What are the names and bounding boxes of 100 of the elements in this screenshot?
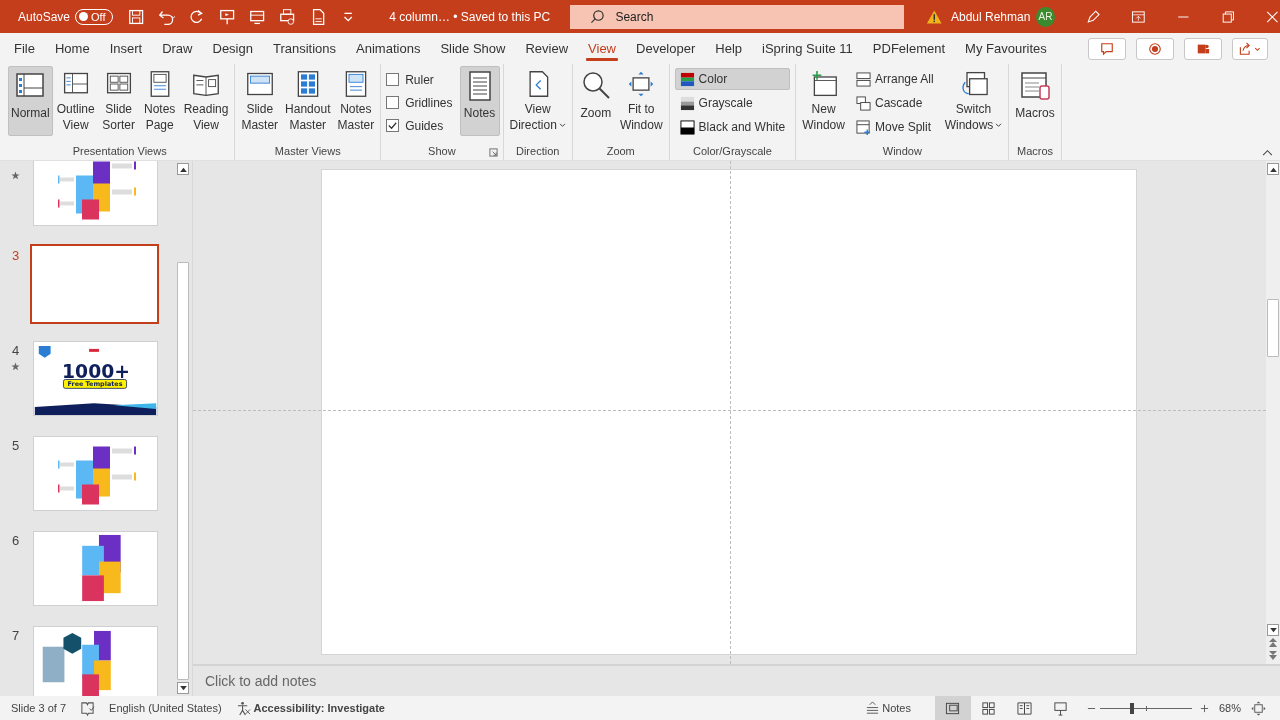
- cascade-icon: [855, 95, 871, 111]
- dialog-launcher-icon[interactable]: [488, 148, 498, 157]
- zoom-in-button[interactable]: [1199, 703, 1209, 713]
- ribbon-button[interactable]: New Window: [799, 66, 848, 136]
- ribbon-button[interactable]: Zoom: [575, 66, 616, 136]
- document-title[interactable]: 4 column… • Saved to this PC: [389, 9, 555, 24]
- printer-icon[interactable]: [278, 6, 297, 27]
- ribbon-button[interactable]: Grayscale: [674, 92, 791, 114]
- fit-slide-icon[interactable]: [1251, 700, 1266, 716]
- menu-tab[interactable]: Transitions: [262, 33, 347, 64]
- checkmark-icon: [387, 120, 399, 131]
- group-label: Zoom: [606, 145, 635, 157]
- scroll-thumb[interactable]: [177, 262, 189, 680]
- comments-button[interactable]: [1088, 37, 1126, 60]
- ribbon-button[interactable]: Black and White: [674, 116, 791, 138]
- user-name[interactable]: Abdul Rehman: [950, 9, 1031, 24]
- scroll-up-button[interactable]: [177, 163, 189, 175]
- checkbox[interactable]: Gridlines: [386, 91, 457, 114]
- triangle-down-icon: [1269, 627, 1277, 633]
- menu-tab[interactable]: File: [4, 33, 45, 64]
- zoom-slider[interactable]: [1099, 702, 1192, 714]
- ribbon-button[interactable]: Color: [674, 68, 791, 90]
- scrollbar[interactable]: [176, 161, 190, 696]
- ribbon-button[interactable]: View Direction: [506, 66, 569, 136]
- menu-tab[interactable]: PDFelement: [862, 33, 956, 64]
- presentation-icon: [1053, 700, 1069, 716]
- menu-tab[interactable]: Draw: [152, 33, 203, 64]
- book-icon[interactable]: [80, 700, 96, 716]
- layout-icon: [945, 700, 961, 716]
- next-slide-icon[interactable]: [1268, 650, 1278, 660]
- restore-icon[interactable]: [1220, 8, 1236, 25]
- ribbon-button[interactable]: Normal: [8, 66, 53, 136]
- ribbon-button[interactable]: Notes: [459, 66, 500, 136]
- ribbon-button[interactable]: Move Split: [850, 116, 939, 138]
- ribbon-button[interactable]: Arrange All: [850, 68, 939, 90]
- ribbon-button[interactable]: Outline View: [53, 66, 98, 136]
- speech-bubble-icon: [1100, 41, 1114, 56]
- ribbon-button[interactable]: Slide Master: [238, 66, 282, 136]
- warning-icon[interactable]: [926, 8, 943, 25]
- record-button[interactable]: [1136, 37, 1174, 60]
- collapse-ribbon-icon[interactable]: [1262, 149, 1273, 156]
- slide-number: 7: [11, 628, 20, 643]
- menu-tab[interactable]: View: [578, 33, 626, 64]
- ribbon-button[interactable]: Handout Master: [282, 66, 334, 136]
- language[interactable]: English (United States): [109, 702, 222, 714]
- checkbox[interactable]: Guides: [386, 114, 457, 137]
- notes-button[interactable]: Notes: [859, 699, 917, 717]
- scroll-down-button[interactable]: [1267, 624, 1279, 636]
- stack-icon: [855, 71, 871, 87]
- share-icon: [1237, 41, 1263, 56]
- menu-tab[interactable]: Slide Show: [430, 33, 516, 64]
- accessibility-status[interactable]: Accessibility: Investigate: [235, 700, 385, 716]
- menu-tab[interactable]: Animations: [346, 33, 431, 64]
- menu-tab[interactable]: Design: [202, 33, 263, 64]
- slide-number: 6: [11, 533, 20, 548]
- slide-thumbnail[interactable]: [30, 244, 159, 324]
- swatch-icon: [679, 119, 695, 135]
- meeting-button[interactable]: [1184, 37, 1222, 60]
- zoom-level[interactable]: 68%: [1218, 702, 1241, 714]
- swatch-icon: [679, 95, 695, 111]
- ribbon-button[interactable]: Switch Windows: [941, 66, 1006, 136]
- search-field[interactable]: Search: [570, 4, 905, 29]
- group-label: Macros: [1017, 145, 1054, 157]
- triangle-down-icon: [179, 685, 187, 691]
- view-button[interactable]: [934, 696, 971, 720]
- scroll-thumb[interactable]: [1267, 299, 1279, 357]
- avatar[interactable]: AR: [1036, 6, 1055, 27]
- previous-slide-icon[interactable]: [1268, 638, 1278, 648]
- menu-tab[interactable]: Insert: [99, 33, 153, 64]
- menu-tab[interactable]: Home: [44, 33, 100, 64]
- ribbon-button[interactable]: Macros: [1012, 66, 1058, 136]
- window-icon: [855, 119, 871, 135]
- menu-tab[interactable]: Developer: [626, 33, 706, 64]
- ribbon-button[interactable]: Fit to Window: [616, 66, 666, 136]
- scroll-up-button[interactable]: [1267, 163, 1279, 175]
- menu-tab[interactable]: Help: [705, 33, 753, 64]
- shield-logo: [38, 345, 51, 358]
- ribbon-button[interactable]: Slide Sorter: [98, 66, 139, 136]
- ribbon-button[interactable]: Reading View: [180, 66, 232, 136]
- grid-icon: [981, 700, 997, 716]
- notes-icon: [865, 700, 881, 716]
- slider-thumb[interactable]: [1130, 702, 1135, 714]
- swatch-icon: [679, 71, 695, 87]
- group-label: Presentation Views: [72, 145, 167, 157]
- menu-tab[interactable]: Review: [515, 33, 579, 64]
- notes-field[interactable]: Click to add notes: [193, 664, 1280, 696]
- share-button[interactable]: [1232, 37, 1268, 60]
- checkbox[interactable]: Ruler: [386, 68, 457, 91]
- ribbon-button[interactable]: Notes Master: [334, 66, 378, 136]
- ribbon-button[interactable]: Cascade: [850, 92, 939, 114]
- ribbon-display-icon[interactable]: [1131, 8, 1146, 25]
- scrollbar[interactable]: [1266, 161, 1280, 664]
- group-label: Color/Grayscale: [693, 145, 772, 157]
- plus-icon: [1199, 703, 1209, 713]
- ribbon-button[interactable]: Notes Page: [139, 66, 180, 136]
- autosave-label: AutoSave: [18, 9, 71, 24]
- menu-tab[interactable]: My Favourites: [955, 33, 1057, 64]
- scroll-down-button[interactable]: [177, 682, 189, 694]
- menu-tab[interactable]: iSpring Suite 11: [752, 33, 863, 64]
- slide-count: Slide 3 of 7: [11, 702, 67, 714]
